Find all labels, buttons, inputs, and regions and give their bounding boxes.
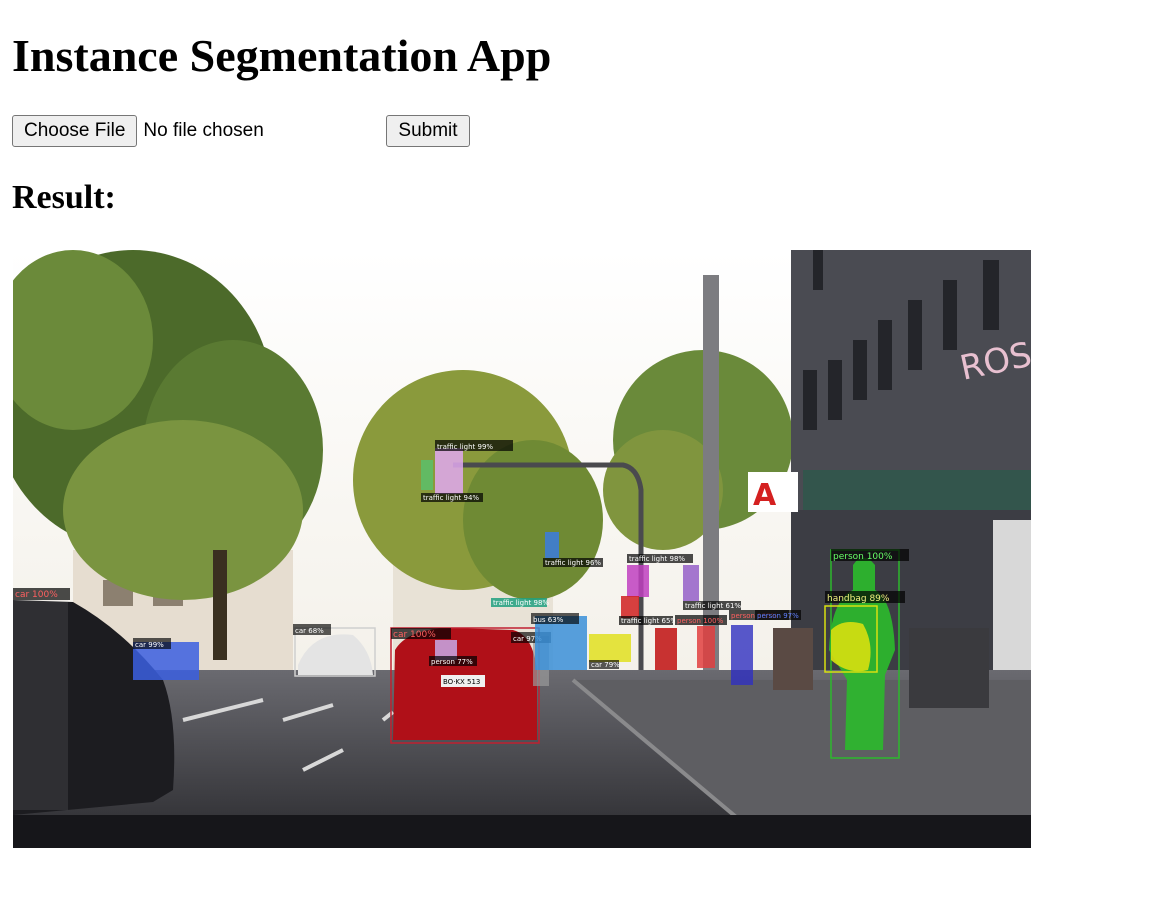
page-title: Instance Segmentation App — [12, 30, 552, 81]
detection-label-traffic-light-3: traffic light 96% — [545, 559, 601, 567]
detection-label-person-3: person 97% — [757, 612, 799, 620]
detection-label-car-white: car 68% — [295, 627, 324, 635]
detection-label-person-4: person 100% — [833, 552, 893, 562]
detection-label-traffic-light-6: traffic light 65% — [621, 617, 677, 625]
choose-file-button[interactable]: Choose File — [12, 115, 138, 147]
result-image: ROSSM A car 100% car 99% car 68% car 100… — [13, 250, 1031, 848]
license-plate: BO·KX 513 — [443, 678, 480, 686]
segmentation-result-image: ROSSM A car 100% car 99% car 68% car 100… — [13, 250, 1031, 848]
detection-label-car-yellow: car 79% — [591, 661, 620, 669]
detection-label-traffic-light-1: traffic light 99% — [437, 443, 493, 451]
detection-label-person-1: person 100% — [677, 617, 724, 625]
detection-label-car-blue: car 99% — [135, 641, 164, 649]
svg-text:A: A — [753, 478, 777, 513]
detection-label-traffic-light-2: traffic light 94% — [423, 494, 479, 502]
detection-label-traffic-light-4: traffic light 98% — [629, 555, 685, 563]
submit-button[interactable]: Submit — [386, 115, 470, 147]
detection-label-traffic-light-7: traffic light 61% — [685, 602, 741, 610]
detection-label-bus: bus 63% — [533, 616, 564, 624]
detection-label-handbag: handbag 89% — [827, 594, 890, 604]
detection-label-car-red: car 100% — [393, 630, 436, 640]
upload-form: Choose File No file chosen Submit — [12, 115, 470, 147]
detection-label-traffic-light-5: traffic light 98% — [493, 599, 549, 607]
detection-label-car-left: car 100% — [15, 590, 58, 600]
detection-label-person-in-car: person 77% — [431, 658, 473, 666]
result-heading: Result: — [12, 179, 116, 216]
file-status-text: No file chosen — [143, 120, 264, 141]
